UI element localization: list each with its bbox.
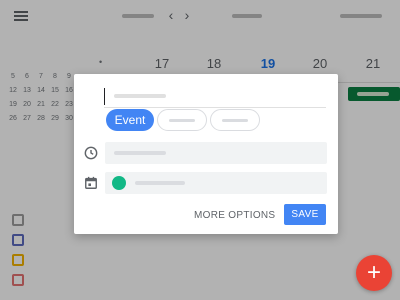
- calendar-select-field[interactable]: [105, 172, 327, 194]
- plus-icon[interactable]: +: [356, 255, 392, 291]
- event-type-chips: Event: [106, 109, 263, 131]
- clock-icon: [84, 146, 98, 160]
- calendar-icon: [85, 176, 97, 189]
- event-time-field[interactable]: [105, 142, 327, 164]
- event-type-chip[interactable]: [210, 109, 260, 131]
- event-type-chip[interactable]: Event: [106, 109, 154, 131]
- calendar-name-placeholder: [135, 181, 185, 185]
- more-options-button[interactable]: MORE OPTIONS: [194, 210, 275, 221]
- save-button[interactable]: SAVE: [284, 204, 326, 225]
- event-title-input[interactable]: [104, 86, 326, 108]
- time-placeholder: [114, 151, 166, 155]
- title-placeholder: [114, 94, 166, 98]
- quick-event-dialog: Event MORE OPTIONS SAVE: [74, 74, 338, 234]
- calendar-color-dot: [112, 176, 126, 190]
- event-type-chip[interactable]: [157, 109, 207, 131]
- text-cursor: [104, 88, 105, 105]
